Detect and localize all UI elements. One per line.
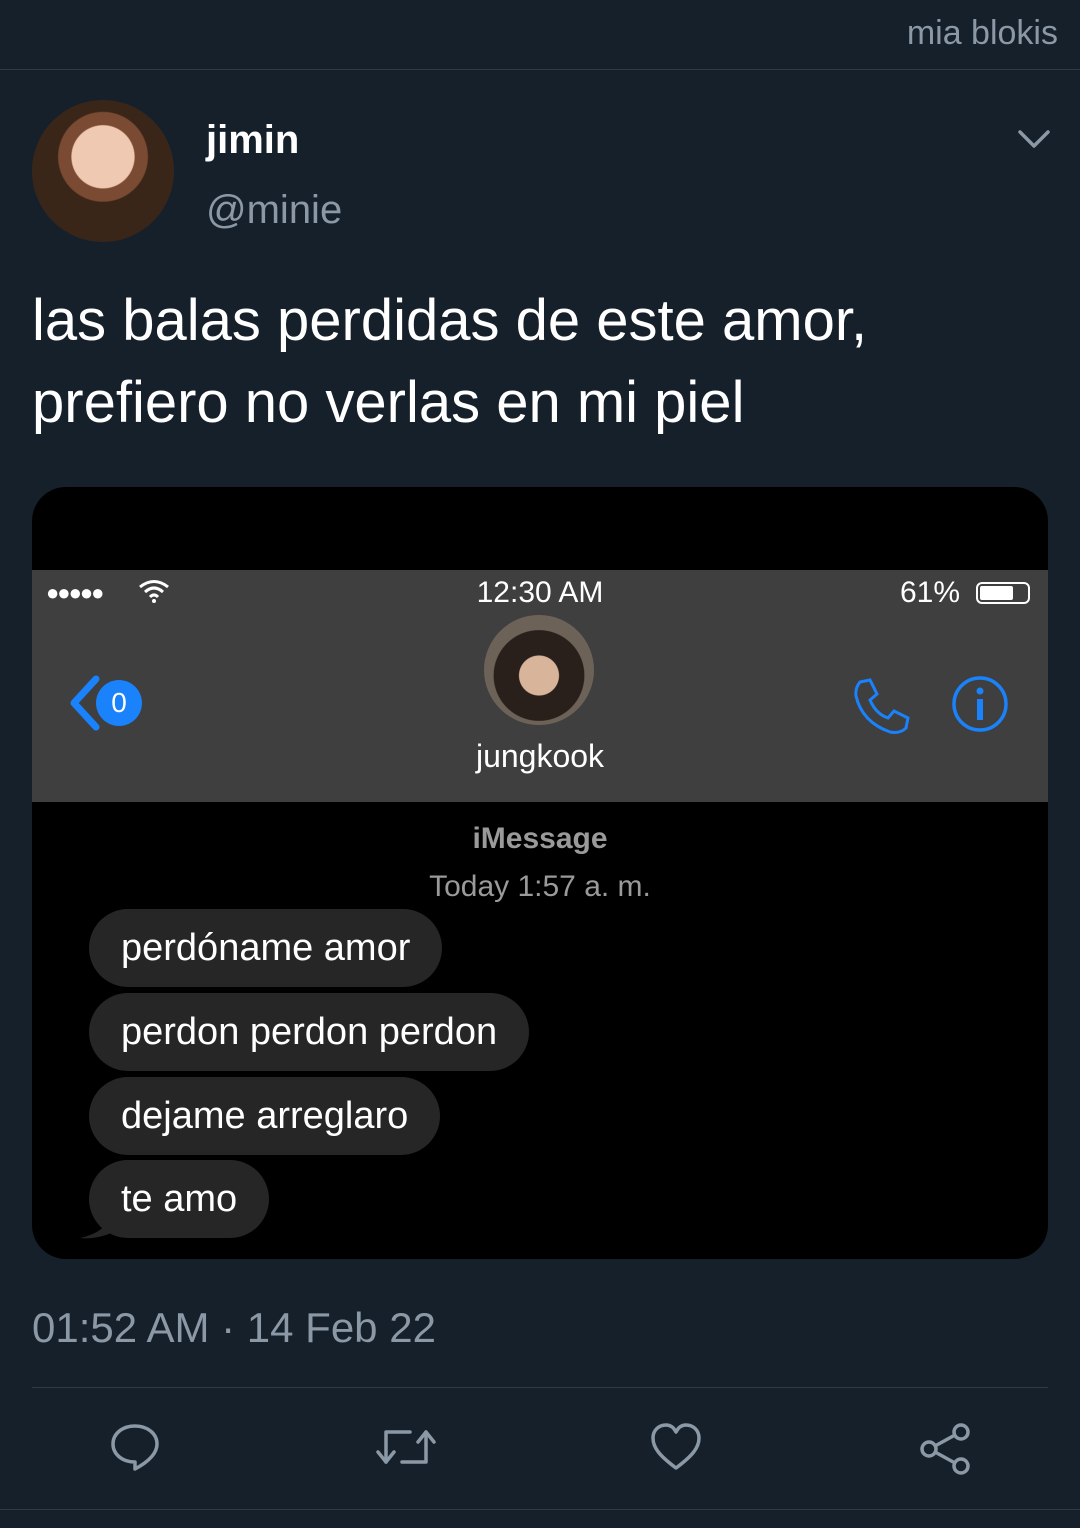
heart-icon[interactable] (650, 1422, 702, 1472)
message-bubble[interactable]: perdon perdon perdon (89, 993, 530, 1071)
contact-name[interactable]: jungkook (32, 738, 1048, 775)
contact-avatar[interactable] (484, 615, 594, 725)
message-bubble[interactable]: dejame arreglaro (89, 1077, 441, 1155)
imessage-nav-bar: 0 jungkook (32, 615, 1048, 802)
status-clock: 12:30 AM (476, 576, 604, 609)
ios-status-bar: ●●●●● 12:30 AM 61% (32, 570, 1048, 618)
share-icon[interactable] (918, 1422, 972, 1476)
username[interactable]: @minie (206, 188, 342, 233)
tweet-text-line: prefiero no verlas en mi piel (32, 370, 745, 435)
bottom-divider (0, 1509, 1080, 1528)
chevron-down-icon[interactable] (1016, 126, 1052, 152)
reply-icon[interactable] (110, 1422, 160, 1472)
unread-badge[interactable]: 0 (96, 680, 142, 726)
message-timestamp: Today 1:57 a. m. (429, 870, 651, 903)
message-bubble[interactable]: perdóname amor (89, 909, 443, 987)
tweet-header: jimin @minie (0, 70, 1080, 260)
info-icon[interactable] (950, 674, 1010, 734)
battery-percent: 61% (899, 576, 960, 609)
top-bar: mia blokis (0, 0, 1080, 70)
service-label: iMessage (472, 822, 608, 855)
phone-icon[interactable] (850, 676, 912, 738)
tweet-actions (0, 1388, 1080, 1508)
tweet-text: las balas perdidas de este amor, prefier… (32, 280, 1042, 444)
avatar[interactable] (32, 100, 174, 242)
tweet-text-line: las balas perdidas de este amor, (32, 288, 868, 353)
account-handle[interactable]: mia blokis (907, 14, 1058, 53)
display-name[interactable]: jimin (206, 118, 299, 163)
bubble-tail-icon (80, 1210, 118, 1239)
message-thread: iMessage Today 1:57 a. m. perdóname amor… (32, 802, 1048, 1259)
tweet-timestamp[interactable]: 01:52 AM · 14 Feb 22 (32, 1304, 436, 1352)
retweet-icon[interactable] (376, 1422, 436, 1472)
battery-icon (976, 582, 1030, 604)
tweet-media[interactable]: ●●●●● 12:30 AM 61% 0 jungkook iMessage T… (32, 487, 1048, 1259)
